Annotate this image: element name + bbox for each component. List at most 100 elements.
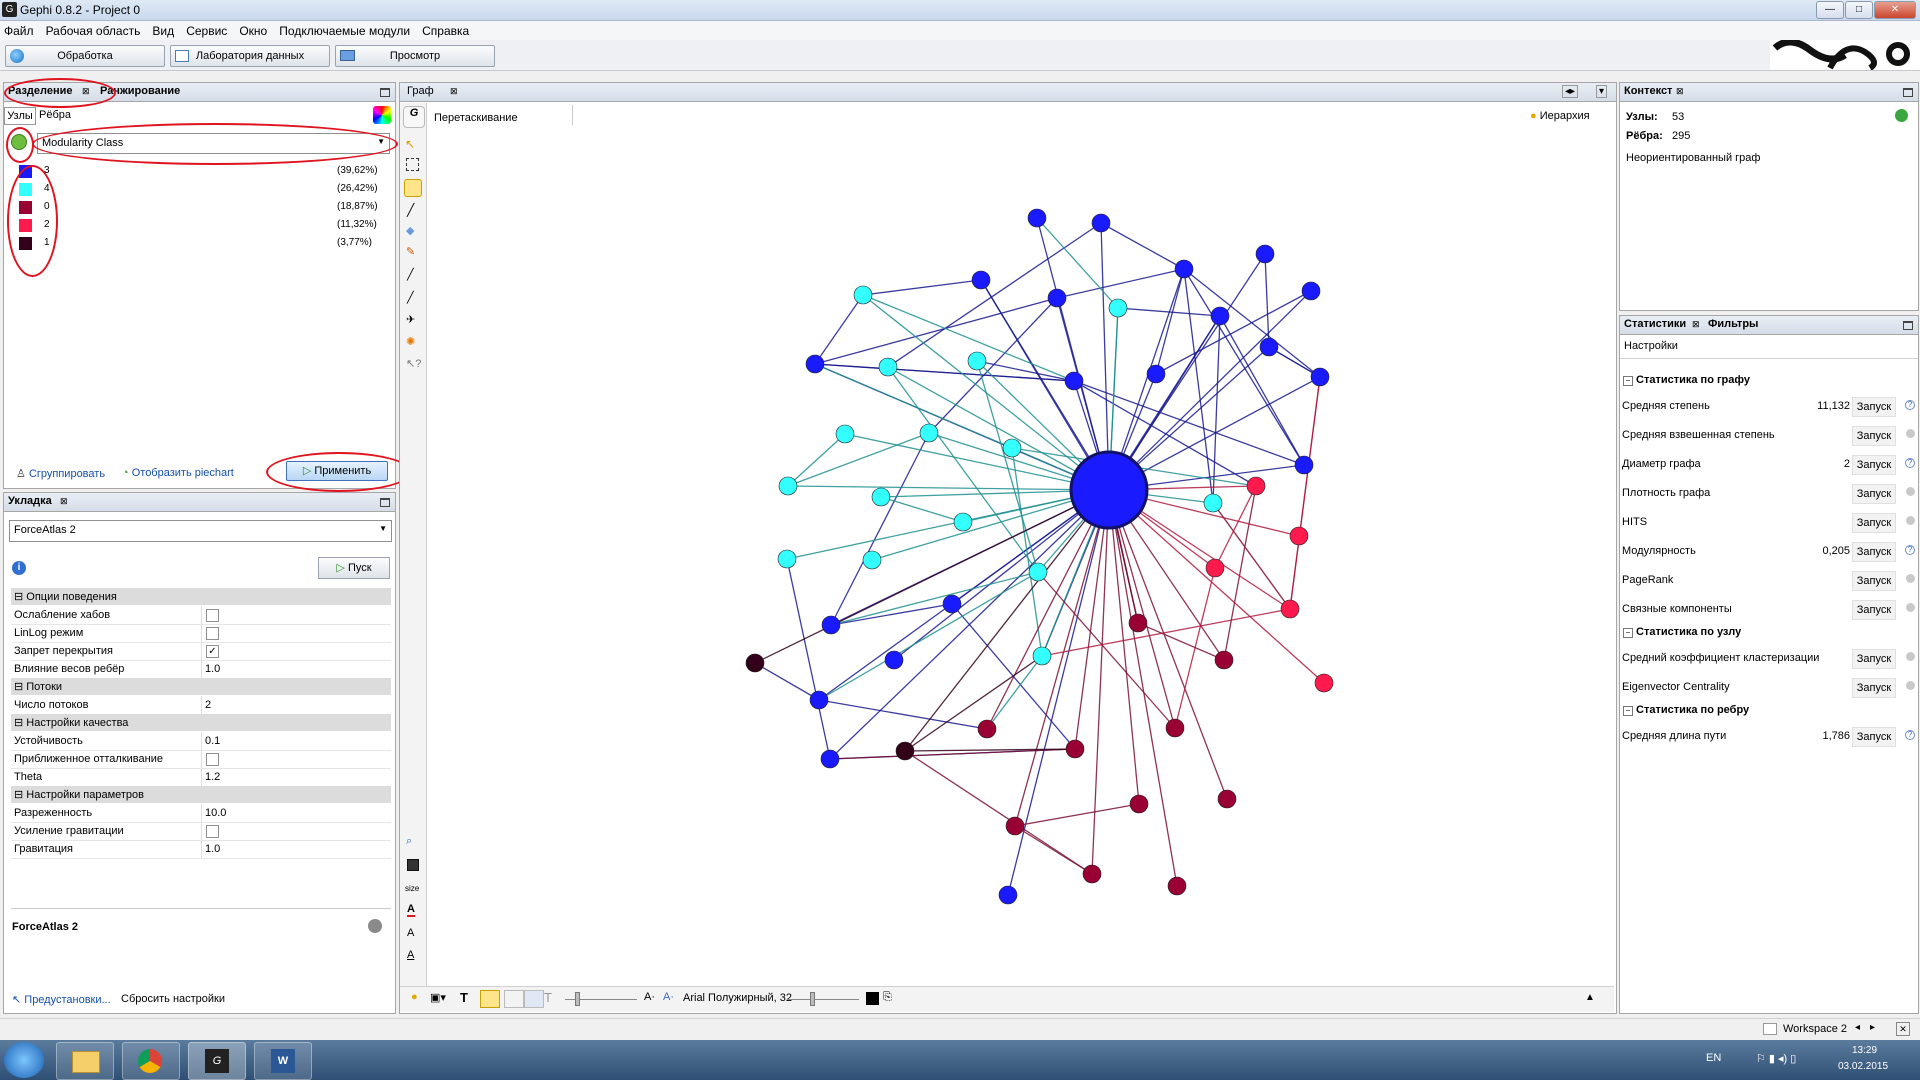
- statistics-category[interactable]: − Статистика по ребру: [1620, 702, 1918, 720]
- background-color-icon[interactable]: [407, 859, 419, 871]
- data-lab-mode-button[interactable]: Лаборатория данных: [170, 45, 330, 67]
- run-button[interactable]: Запуск: [1852, 455, 1896, 475]
- refresh-icon[interactable]: [1895, 109, 1908, 122]
- graph-node[interactable]: [1255, 244, 1275, 264]
- run-button[interactable]: Запуск: [1852, 397, 1896, 417]
- menu-window[interactable]: Окно: [235, 21, 272, 38]
- graph-node[interactable]: [953, 512, 973, 532]
- run-button[interactable]: Запуск: [1852, 649, 1896, 669]
- status-dot-icon[interactable]: [1906, 487, 1915, 496]
- close-button[interactable]: ✕: [1874, 1, 1916, 19]
- status-dot-icon[interactable]: [1906, 516, 1915, 525]
- minimize-button[interactable]: —: [1816, 1, 1844, 19]
- palette-icon[interactable]: [373, 106, 391, 124]
- graph-node[interactable]: [821, 615, 841, 635]
- run-button[interactable]: Запуск: [1852, 600, 1896, 620]
- gephi-tool-icon[interactable]: G: [403, 106, 425, 128]
- lightbulb-icon[interactable]: ●: [411, 991, 418, 1003]
- status-dot-icon[interactable]: [1906, 652, 1915, 661]
- menu-tools[interactable]: Сервис: [182, 21, 232, 38]
- graph-node[interactable]: [942, 594, 962, 614]
- run-layout-button[interactable]: ▷ Пуск: [318, 557, 390, 579]
- run-button[interactable]: Запуск: [1852, 513, 1896, 533]
- heat-map-icon[interactable]: ✺: [406, 335, 415, 348]
- graph-node[interactable]: [1128, 613, 1148, 633]
- graph-node[interactable]: [967, 351, 987, 371]
- report-icon[interactable]: ?: [1905, 545, 1915, 555]
- collapse-icon[interactable]: −: [1623, 376, 1633, 386]
- property-value[interactable]: 10.0: [205, 807, 226, 819]
- graph-node[interactable]: [884, 650, 904, 670]
- property-value[interactable]: 1.0: [205, 663, 220, 675]
- graph-node[interactable]: [1129, 794, 1149, 814]
- close-tab-icon[interactable]: ⊠: [1676, 86, 1684, 97]
- graph-node[interactable]: [1289, 526, 1309, 546]
- layout-algorithm-select[interactable]: ForceAtlas 2 ▼: [9, 520, 392, 542]
- graph-node[interactable]: [1259, 337, 1279, 357]
- graph-node[interactable]: [1005, 816, 1025, 836]
- graph-node[interactable]: [745, 653, 765, 673]
- label-scale-slider[interactable]: [787, 999, 859, 1000]
- pencil-icon[interactable]: ╱: [407, 268, 414, 281]
- status-dot-icon[interactable]: [1906, 603, 1915, 612]
- property-checkbox[interactable]: [206, 627, 219, 640]
- close-tab-icon[interactable]: ⊠: [450, 86, 458, 97]
- minimize-panel-icon[interactable]: [1903, 88, 1913, 97]
- label-color-swatch[interactable]: [866, 992, 879, 1005]
- graph-node[interactable]: [998, 885, 1018, 905]
- graph-node[interactable]: [1167, 876, 1187, 896]
- graph-node[interactable]: [1174, 259, 1194, 279]
- font-label[interactable]: Arial Полужирный, 32: [683, 992, 792, 1004]
- zoom-icon[interactable]: ⌕: [406, 835, 412, 848]
- close-tab-icon[interactable]: ⊠: [60, 496, 68, 507]
- subtab-nodes[interactable]: Узлы: [4, 107, 36, 125]
- tray-icons[interactable]: ⚐ ▮ ◂) ▯: [1756, 1052, 1796, 1065]
- property-value[interactable]: 0.1: [205, 735, 220, 747]
- paint-icon[interactable]: ✎: [406, 245, 415, 258]
- settings-link[interactable]: Настройки: [1624, 340, 1678, 352]
- graph-node[interactable]: [862, 550, 882, 570]
- status-dot-icon[interactable]: [1906, 429, 1915, 438]
- close-tab-icon[interactable]: ⊠: [1692, 319, 1700, 330]
- run-button[interactable]: Запуск: [1852, 727, 1896, 747]
- collapse-icon[interactable]: −: [1623, 706, 1633, 716]
- rectangle-select-icon[interactable]: [406, 158, 419, 171]
- language-indicator[interactable]: EN: [1706, 1052, 1721, 1064]
- statistics-category[interactable]: − Статистика по узлу: [1620, 624, 1918, 642]
- settings-icon[interactable]: ⎘: [883, 991, 892, 1004]
- menu-view[interactable]: Вид: [148, 21, 179, 38]
- graph-node[interactable]: [1203, 493, 1223, 513]
- slider-thumb[interactable]: [810, 992, 815, 1006]
- tabs-menu-icon[interactable]: ▾: [1596, 85, 1608, 98]
- graph-node[interactable]: [1065, 739, 1085, 759]
- info-icon[interactable]: i: [12, 561, 26, 575]
- presets-link[interactable]: ↖ Предустановки...: [12, 993, 111, 1006]
- property-category[interactable]: ⊟ Потоки: [11, 678, 391, 695]
- minimize-panel-icon[interactable]: [380, 498, 390, 507]
- slider-thumb[interactable]: [575, 992, 580, 1006]
- graph-node[interactable]: [1205, 558, 1225, 578]
- property-checkbox[interactable]: [206, 609, 219, 622]
- edge-toggle-icon[interactable]: [504, 990, 524, 1008]
- brush-icon[interactable]: ╱: [407, 203, 414, 217]
- report-icon[interactable]: ?: [1905, 730, 1915, 740]
- tab-context[interactable]: Контекст: [1624, 85, 1672, 97]
- label-font-icon[interactable]: A: [407, 949, 414, 961]
- graph-node[interactable]: [1246, 476, 1266, 496]
- property-category[interactable]: ⊟ Опции поведения: [11, 588, 391, 605]
- graph-node[interactable]: [820, 749, 840, 769]
- expand-icon[interactable]: ▲: [1585, 992, 1595, 1003]
- graph-node[interactable]: [1301, 281, 1321, 301]
- workspace-label[interactable]: Workspace 2: [1783, 1023, 1847, 1035]
- graph-node[interactable]: [871, 487, 891, 507]
- overview-mode-button[interactable]: Обработка: [5, 45, 165, 67]
- property-checkbox[interactable]: [206, 753, 219, 766]
- graph-node[interactable]: [1210, 306, 1230, 326]
- gephi-taskbar-button[interactable]: G: [188, 1042, 246, 1080]
- graph-node[interactable]: [1214, 650, 1234, 670]
- run-button[interactable]: Запуск: [1852, 484, 1896, 504]
- tab-layout[interactable]: Укладка: [8, 495, 52, 507]
- graph-node[interactable]: [1146, 364, 1166, 384]
- group-link[interactable]: ♙ Сгруппировать: [16, 467, 105, 480]
- close-workspace-icon[interactable]: ✕: [1896, 1022, 1910, 1036]
